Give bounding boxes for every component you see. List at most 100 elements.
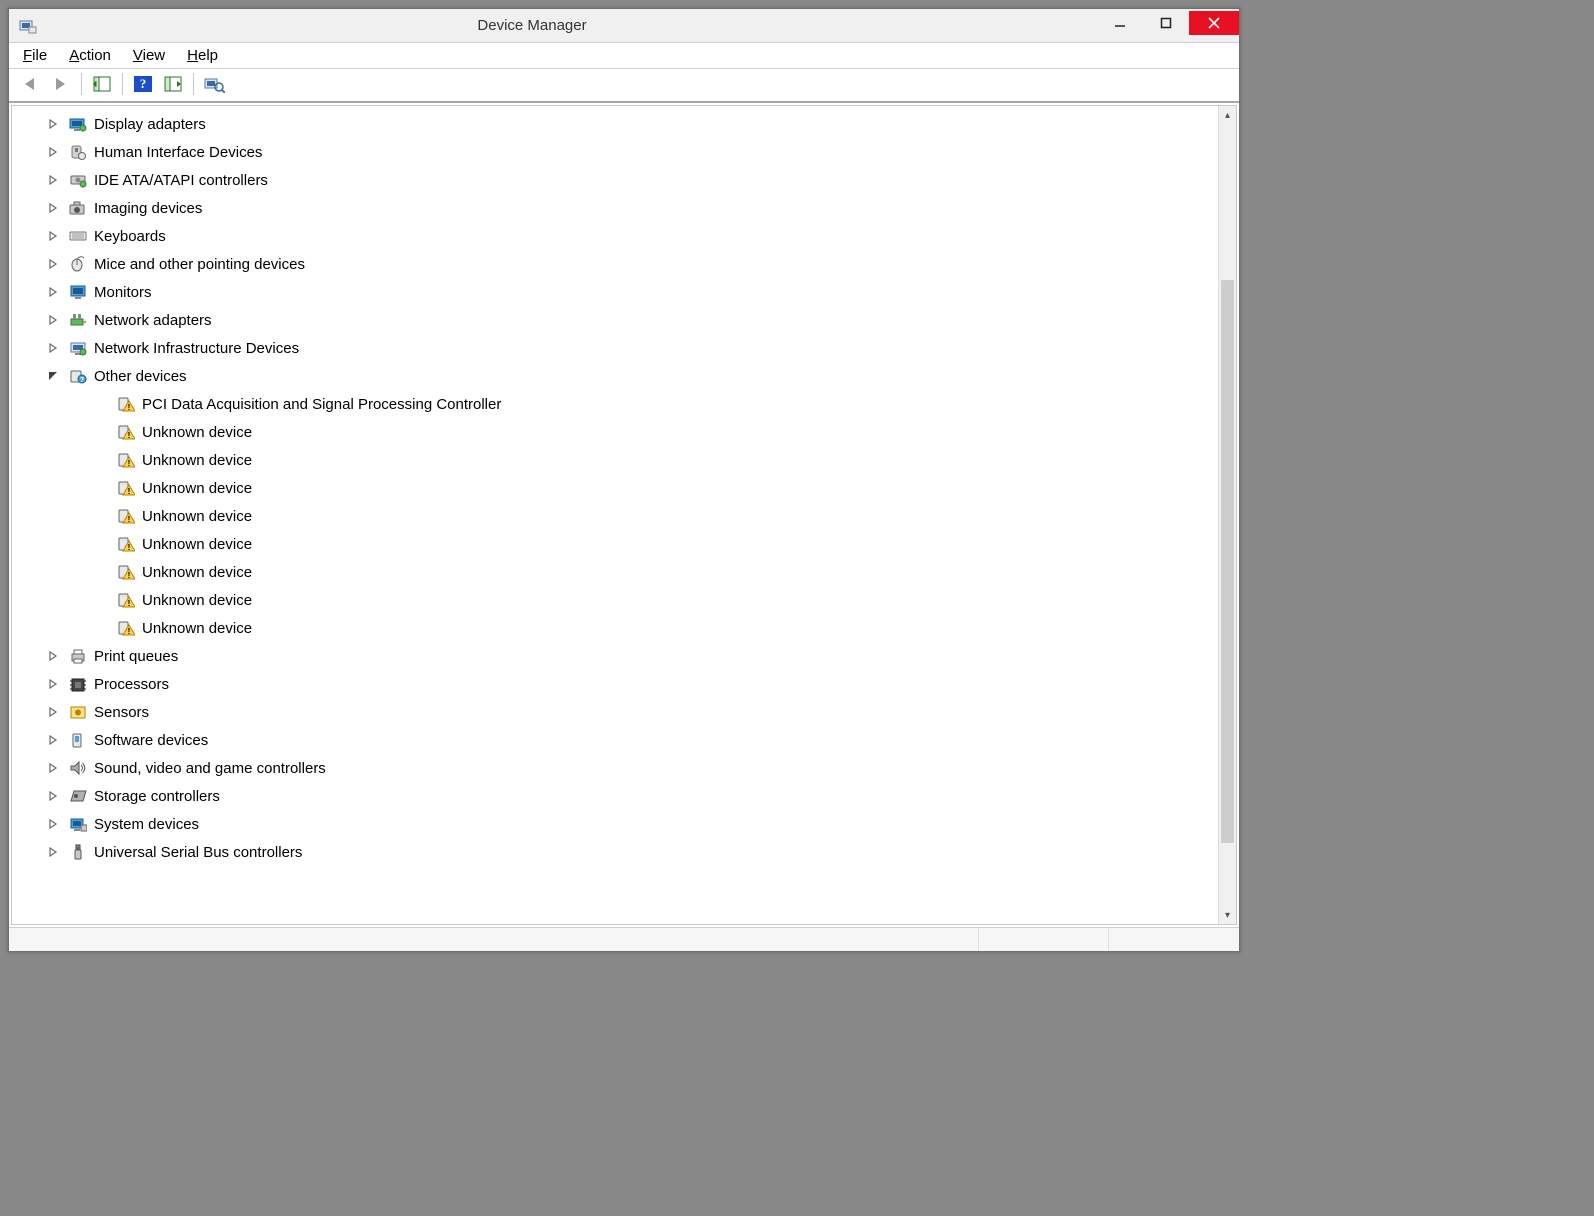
tree-node-label: IDE ATA/ATAPI controllers — [94, 172, 268, 189]
tree-node[interactable]: Storage controllers — [12, 782, 1218, 810]
warning-device-icon: ! — [116, 590, 136, 610]
show-hide-tree-button[interactable] — [90, 73, 114, 95]
warning-device-icon: ! — [116, 450, 136, 470]
tree-leaf[interactable]: !Unknown device — [12, 586, 1218, 614]
tree-leaf[interactable]: !Unknown device — [12, 502, 1218, 530]
tree-node-label: Sensors — [94, 704, 149, 721]
maximize-button[interactable] — [1143, 11, 1189, 35]
tree-node-label: Sound, video and game controllers — [94, 760, 326, 777]
tree-leaf[interactable]: !Unknown device — [12, 446, 1218, 474]
svg-text:!: ! — [128, 403, 131, 412]
menu-view[interactable]: View — [133, 47, 165, 64]
tree-node-label: Keyboards — [94, 228, 166, 245]
vertical-scrollbar[interactable]: ▴ ▾ — [1218, 106, 1236, 924]
tree-node-label: System devices — [94, 816, 199, 833]
tree-node[interactable]: ?Other devices — [12, 362, 1218, 390]
toolbar-separator — [193, 73, 194, 95]
menu-help[interactable]: Help — [187, 47, 218, 64]
tree-node[interactable]: Print queues — [12, 642, 1218, 670]
expand-icon[interactable] — [46, 117, 60, 131]
tree-node[interactable]: Imaging devices — [12, 194, 1218, 222]
tree-node[interactable]: Software devices — [12, 726, 1218, 754]
keyboard-icon — [68, 226, 88, 246]
expand-icon[interactable] — [46, 789, 60, 803]
warning-device-icon: ! — [116, 506, 136, 526]
tree-node-label: Monitors — [94, 284, 152, 301]
tree-leaf[interactable]: !Unknown device — [12, 418, 1218, 446]
expand-icon[interactable] — [46, 341, 60, 355]
tree-leaf-label: Unknown device — [142, 620, 252, 637]
hid-icon — [68, 142, 88, 162]
tree-node[interactable]: IDE ATA/ATAPI controllers — [12, 166, 1218, 194]
scroll-down-button[interactable]: ▾ — [1219, 906, 1236, 924]
expand-icon[interactable] — [46, 705, 60, 719]
tree-node-label: Network Infrastructure Devices — [94, 340, 299, 357]
tree-node[interactable]: Monitors — [12, 278, 1218, 306]
help-button[interactable]: ? — [131, 73, 155, 95]
expand-icon[interactable] — [46, 257, 60, 271]
content-pane: Display adapters Human Interface Devices I… — [11, 105, 1237, 925]
tree-node[interactable]: Sound, video and game controllers — [12, 754, 1218, 782]
device-tree[interactable]: Display adapters Human Interface Devices I… — [12, 106, 1218, 924]
processor-icon — [68, 674, 88, 694]
expand-icon[interactable] — [46, 845, 60, 859]
scroll-track[interactable] — [1219, 124, 1236, 906]
tree-node[interactable]: Display adapters — [12, 110, 1218, 138]
tree-leaf[interactable]: !Unknown device — [12, 558, 1218, 586]
scroll-thumb[interactable] — [1221, 280, 1234, 843]
tree-node-label: Human Interface Devices — [94, 144, 262, 161]
tree-node[interactable]: Universal Serial Bus controllers — [12, 838, 1218, 866]
expand-icon[interactable] — [46, 313, 60, 327]
tree-node[interactable]: Processors — [12, 670, 1218, 698]
expand-icon[interactable] — [46, 201, 60, 215]
tree-node[interactable]: Mice and other pointing devices — [12, 250, 1218, 278]
menu-action[interactable]: Action — [69, 47, 111, 64]
tree-leaf-label: Unknown device — [142, 564, 252, 581]
expand-icon[interactable] — [46, 145, 60, 159]
tree-node[interactable]: Keyboards — [12, 222, 1218, 250]
status-pane — [979, 928, 1109, 951]
forward-button[interactable] — [49, 73, 73, 95]
tree-node[interactable]: Human Interface Devices — [12, 138, 1218, 166]
expand-icon[interactable] — [46, 229, 60, 243]
expand-icon[interactable] — [46, 761, 60, 775]
svg-text:!: ! — [128, 431, 131, 440]
svg-text:?: ? — [140, 76, 147, 91]
software-device-icon — [68, 730, 88, 750]
tree-node[interactable]: Network adapters — [12, 306, 1218, 334]
scroll-up-button[interactable]: ▴ — [1219, 106, 1236, 124]
ide-controller-icon — [68, 170, 88, 190]
collapse-icon[interactable] — [46, 369, 60, 383]
status-bar — [9, 927, 1239, 951]
back-button[interactable] — [19, 73, 43, 95]
network-adapter-icon — [68, 310, 88, 330]
tree-leaf-label: Unknown device — [142, 480, 252, 497]
tree-node-label: Processors — [94, 676, 169, 693]
expand-icon[interactable] — [46, 817, 60, 831]
tree-node-label: Other devices — [94, 368, 187, 385]
expand-icon[interactable] — [46, 677, 60, 691]
expand-icon[interactable] — [46, 285, 60, 299]
tree-node[interactable]: System devices — [12, 810, 1218, 838]
expand-icon[interactable] — [46, 733, 60, 747]
expand-icon[interactable] — [46, 649, 60, 663]
tree-leaf[interactable]: !Unknown device — [12, 474, 1218, 502]
tree-leaf[interactable]: !PCI Data Acquisition and Signal Process… — [12, 390, 1218, 418]
tree-leaf[interactable]: !Unknown device — [12, 614, 1218, 642]
warning-device-icon: ! — [116, 394, 136, 414]
tree-node[interactable]: Sensors — [12, 698, 1218, 726]
tree-leaf[interactable]: !Unknown device — [12, 530, 1218, 558]
tree-node[interactable]: Network Infrastructure Devices — [12, 334, 1218, 362]
minimize-button[interactable] — [1097, 11, 1143, 35]
network-infra-icon — [68, 338, 88, 358]
svg-text:!: ! — [128, 459, 131, 468]
menu-file[interactable]: File — [23, 47, 47, 64]
properties-button[interactable] — [161, 73, 185, 95]
printer-icon — [68, 646, 88, 666]
system-device-icon — [68, 814, 88, 834]
svg-text:!: ! — [128, 543, 131, 552]
scan-hardware-button[interactable] — [202, 73, 226, 95]
storage-controller-icon — [68, 786, 88, 806]
close-button[interactable] — [1189, 11, 1239, 35]
expand-icon[interactable] — [46, 173, 60, 187]
